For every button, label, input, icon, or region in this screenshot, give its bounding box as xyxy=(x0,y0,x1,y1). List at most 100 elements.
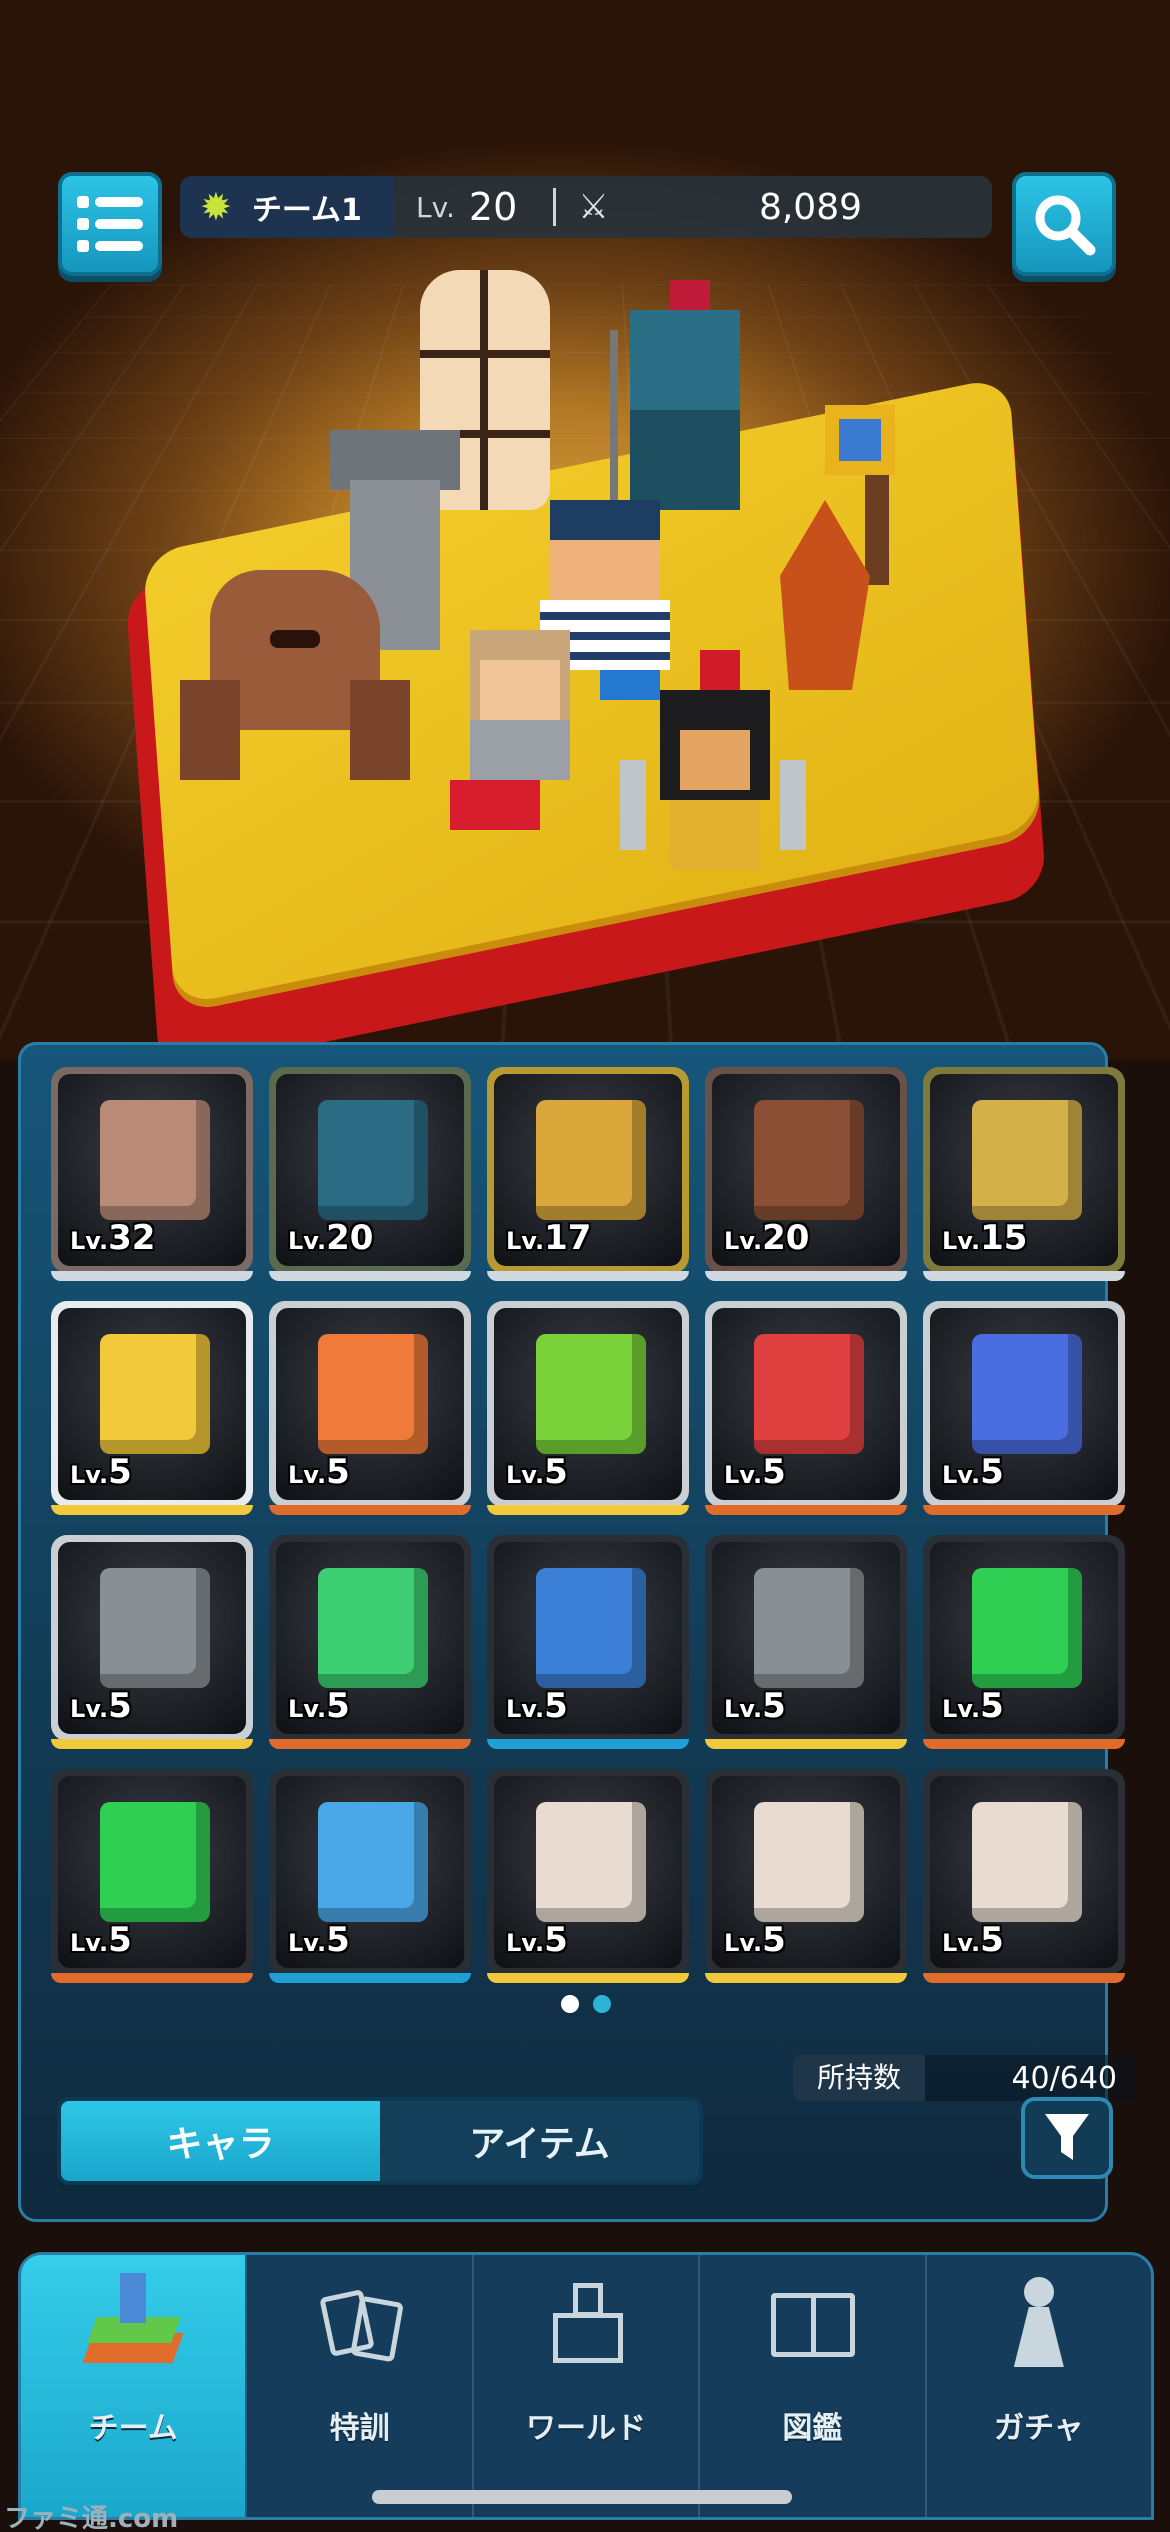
character-card[interactable]: Lv.20 xyxy=(269,1067,471,1281)
character-figure xyxy=(536,1100,646,1220)
rarity-bar xyxy=(923,1739,1125,1749)
rarity-bar xyxy=(269,1505,471,1515)
nav-encyclopedia[interactable]: 図鑑 xyxy=(700,2255,927,2517)
character-card[interactable]: Lv.32 xyxy=(51,1067,253,1281)
level-prefix: Lv. xyxy=(724,1461,763,1489)
nav-world-label: ワールド xyxy=(526,2411,647,2446)
character-level: Lv.5 xyxy=(724,1452,786,1492)
world-castle-icon xyxy=(531,2273,641,2383)
level-number: 5 xyxy=(544,1686,568,1726)
character-figure xyxy=(972,1100,1082,1220)
training-cards-icon xyxy=(305,2273,415,2383)
character-card[interactable]: Lv.5 xyxy=(923,1535,1125,1749)
hero-knight-toy[interactable] xyxy=(450,630,590,830)
level-prefix: Lv. xyxy=(506,1461,545,1489)
team-board-icon xyxy=(78,2273,188,2383)
character-level: Lv.20 xyxy=(724,1218,809,1258)
character-card[interactable]: Lv.5 xyxy=(269,1301,471,1515)
rarity-bar xyxy=(923,1271,1125,1281)
rarity-bar xyxy=(705,1739,907,1749)
character-figure xyxy=(536,1802,646,1922)
menu-button[interactable] xyxy=(58,172,162,276)
character-card[interactable]: Lv.5 xyxy=(923,1769,1125,1983)
nav-world[interactable]: ワールド xyxy=(474,2255,701,2517)
level-number: 5 xyxy=(980,1920,1004,1960)
home-indicator[interactable] xyxy=(372,2490,792,2504)
character-card[interactable]: Lv.5 xyxy=(923,1301,1125,1515)
nav-training-label: 特訓 xyxy=(329,2411,390,2446)
tab-items[interactable]: アイテム xyxy=(380,2101,699,2181)
team-badge[interactable]: ✹ チーム1 xyxy=(180,176,394,238)
character-level: Lv.5 xyxy=(942,1452,1004,1492)
character-level: Lv.5 xyxy=(288,1452,350,1492)
gladiator-toy[interactable] xyxy=(620,650,806,870)
page-dot-2[interactable] xyxy=(593,1995,611,2013)
level-number: 17 xyxy=(544,1218,592,1258)
level-prefix: Lv. xyxy=(70,1695,109,1723)
character-figure xyxy=(754,1568,864,1688)
character-card[interactable]: Lv.15 xyxy=(923,1067,1125,1281)
character-card[interactable]: Lv.17 xyxy=(487,1067,689,1281)
list-icon xyxy=(77,196,143,252)
character-portrait: Lv.32 xyxy=(58,1074,246,1266)
team-emblem-icon: ✹ xyxy=(200,185,232,229)
filter-button[interactable] xyxy=(1021,2097,1113,2179)
rarity-bar xyxy=(487,1505,689,1515)
character-figure xyxy=(318,1100,428,1220)
character-card[interactable]: Lv.5 xyxy=(705,1769,907,1983)
character-card[interactable]: Lv.5 xyxy=(487,1301,689,1515)
team-board-scene[interactable] xyxy=(0,0,1170,1060)
level-prefix: Lv. xyxy=(724,1695,763,1723)
rarity-bar xyxy=(51,1505,253,1515)
character-level: Lv.5 xyxy=(724,1686,786,1726)
level-number: 5 xyxy=(544,1920,568,1960)
blue-knight-toy[interactable] xyxy=(610,280,750,510)
character-portrait: Lv.5 xyxy=(494,1542,682,1734)
level-number: 20 xyxy=(326,1218,374,1258)
page-dot-1[interactable] xyxy=(561,1995,579,2013)
level-number: 5 xyxy=(544,1452,568,1492)
divider xyxy=(553,188,557,226)
tab-characters[interactable]: キャラ xyxy=(61,2101,380,2181)
character-card[interactable]: Lv.5 xyxy=(51,1769,253,1983)
character-card[interactable]: Lv.5 xyxy=(51,1301,253,1515)
character-card[interactable]: Lv.5 xyxy=(487,1535,689,1749)
team-name: チーム1 xyxy=(251,193,362,228)
character-card[interactable]: Lv.5 xyxy=(705,1535,907,1749)
character-level: Lv.5 xyxy=(288,1686,350,1726)
character-portrait: Lv.5 xyxy=(930,1776,1118,1968)
character-card[interactable]: Lv.5 xyxy=(51,1535,253,1749)
nav-team[interactable]: チーム xyxy=(21,2255,248,2517)
character-card[interactable]: Lv.5 xyxy=(269,1769,471,1983)
character-card[interactable]: Lv.5 xyxy=(487,1769,689,1983)
character-card[interactable]: Lv.20 xyxy=(705,1067,907,1281)
character-level: Lv.20 xyxy=(288,1218,373,1258)
rarity-bar xyxy=(487,1271,689,1281)
character-portrait: Lv.15 xyxy=(930,1074,1118,1266)
character-portrait: Lv.5 xyxy=(712,1308,900,1500)
character-level: Lv.15 xyxy=(942,1218,1027,1258)
rarity-bar xyxy=(269,1739,471,1749)
search-button[interactable] xyxy=(1012,172,1116,276)
nav-gacha[interactable]: ガチャ xyxy=(927,2255,1151,2517)
rarity-bar xyxy=(923,1505,1125,1515)
character-card[interactable]: Lv.5 xyxy=(269,1535,471,1749)
clay-golem-toy[interactable] xyxy=(180,570,410,780)
level-number: 32 xyxy=(108,1218,156,1258)
nav-training[interactable]: 特訓 xyxy=(247,2255,474,2517)
character-level: Lv.5 xyxy=(506,1686,568,1726)
character-portrait: Lv.5 xyxy=(494,1776,682,1968)
panel-tabs: キャラ アイテム xyxy=(57,2097,703,2185)
level-number: 5 xyxy=(108,1686,132,1726)
team-status-bar[interactable]: ✹ チーム1 Lv. 20 ⚔ 8,089 xyxy=(180,176,992,238)
character-level: Lv.5 xyxy=(942,1686,1004,1726)
level-number: 5 xyxy=(326,1920,350,1960)
character-portrait: Lv.5 xyxy=(276,1776,464,1968)
character-grid: Lv.32 Lv.20 Lv.17 Lv.20 Lv.15 Lv.5 Lv.5 Lv.5 Lv.… xyxy=(51,1067,1125,1983)
level-prefix: Lv. xyxy=(942,1929,981,1957)
character-figure xyxy=(536,1568,646,1688)
character-card[interactable]: Lv.5 xyxy=(705,1301,907,1515)
character-portrait: Lv.5 xyxy=(712,1776,900,1968)
character-figure xyxy=(100,1568,210,1688)
level-prefix: Lv. xyxy=(506,1929,545,1957)
